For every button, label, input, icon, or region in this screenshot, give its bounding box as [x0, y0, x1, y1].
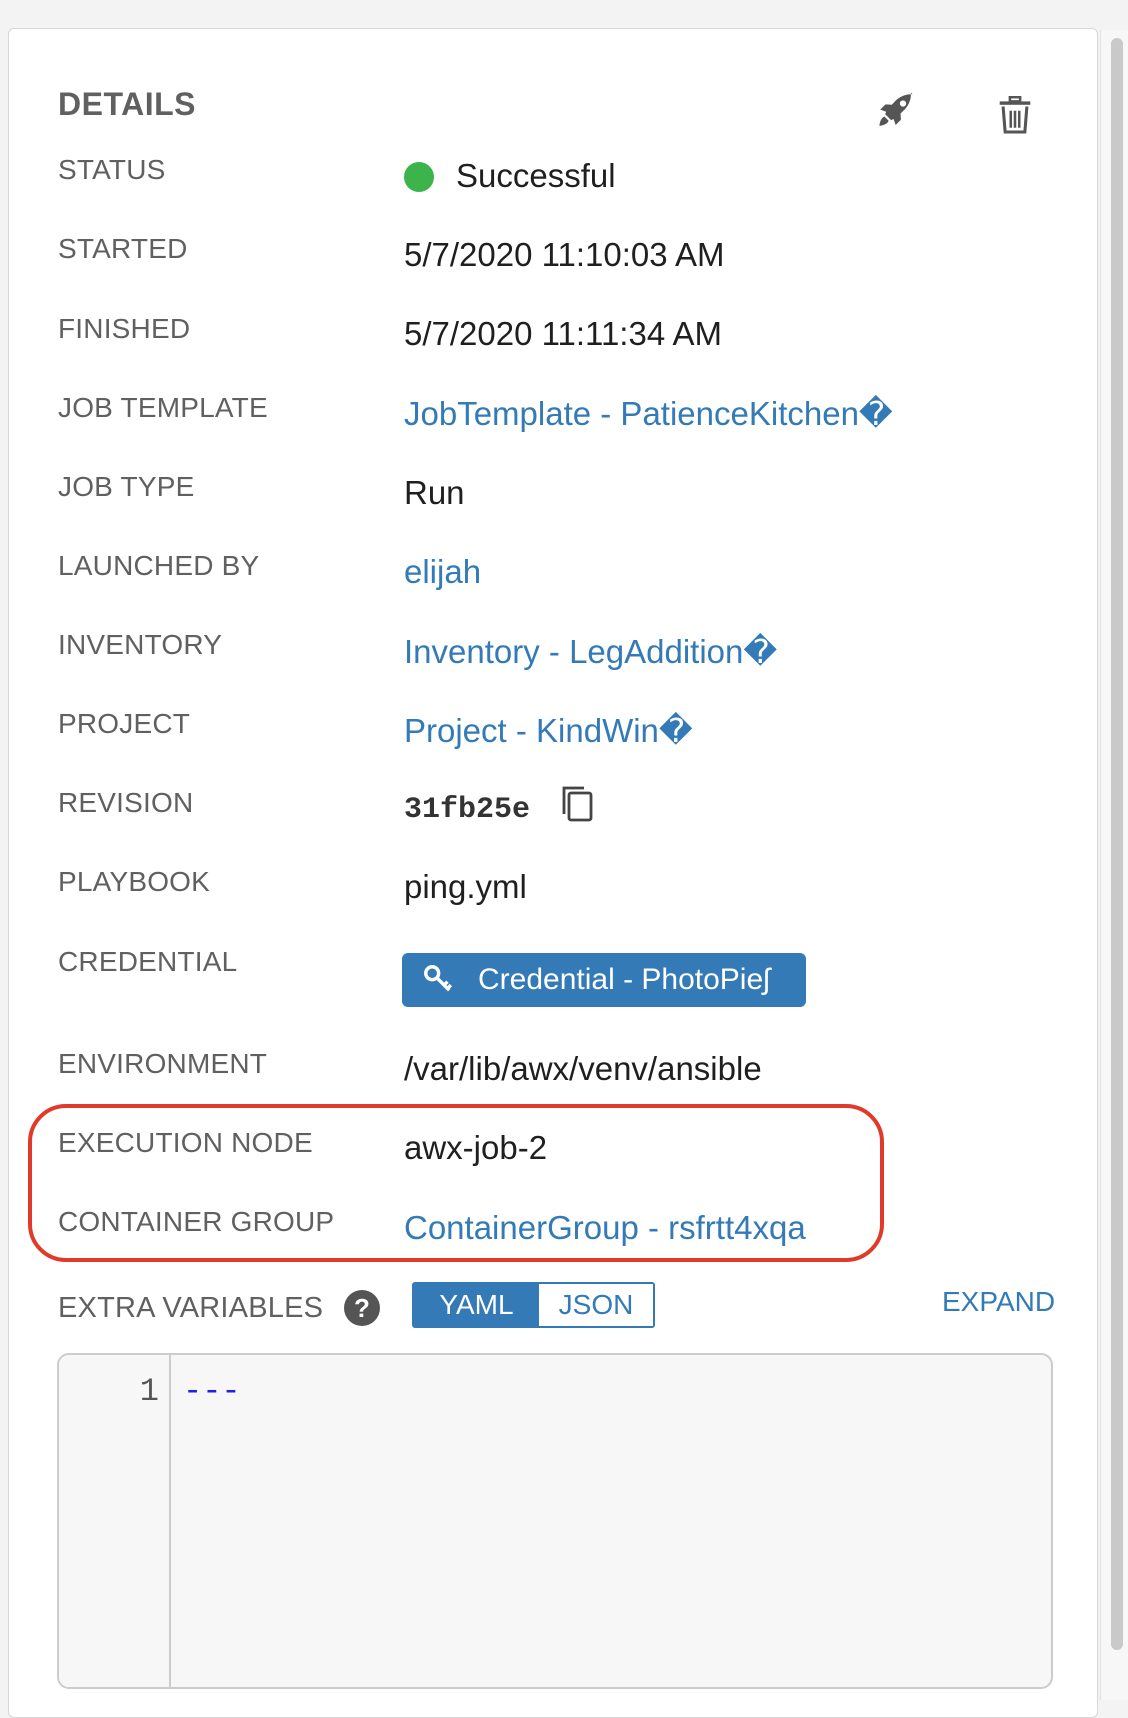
- line-number: 1: [139, 1373, 159, 1410]
- finished-value: 5/7/2020 11:11:34 AM: [404, 315, 723, 352]
- credential-tag[interactable]: Credential - PhotoPieʃ: [402, 953, 806, 1007]
- section-title: DETAILS: [58, 86, 197, 122]
- playbook-label: PLAYBOOK: [58, 866, 211, 897]
- started-label: STARTED: [58, 233, 188, 264]
- yaml-toggle-button[interactable]: YAML: [414, 1284, 539, 1326]
- inventory-link[interactable]: Inventory - LegAddition�: [404, 632, 777, 671]
- key-icon: [424, 965, 453, 992]
- playbook-value: ping.yml: [404, 868, 527, 905]
- status-label: STATUS: [58, 154, 166, 185]
- extra-variables-label: EXTRA VARIABLES: [58, 1292, 324, 1324]
- credential-tag-label: Credential - PhotoPieʃ: [478, 963, 770, 996]
- help-icon[interactable]: ?: [344, 1290, 380, 1326]
- job-type-value: Run: [404, 474, 465, 511]
- delete-button[interactable]: [992, 92, 1038, 138]
- copy-icon[interactable]: [556, 784, 596, 824]
- status-value: Successful: [456, 157, 616, 194]
- launched-by-link[interactable]: elijah: [404, 553, 481, 591]
- trash-icon: [999, 96, 1031, 134]
- started-value: 5/7/2020 11:10:03 AM: [404, 236, 725, 273]
- project-label: PROJECT: [58, 708, 191, 739]
- finished-label: FINISHED: [58, 313, 191, 344]
- code-line: ---: [183, 1373, 241, 1410]
- job-template-link[interactable]: JobTemplate - PatienceKitchen�: [404, 394, 893, 433]
- launch-button[interactable]: [873, 88, 919, 134]
- inventory-label: INVENTORY: [58, 629, 223, 660]
- format-toggle: YAML JSON: [412, 1282, 655, 1328]
- editor-gutter: 1: [59, 1355, 171, 1687]
- json-toggle-button[interactable]: JSON: [539, 1284, 653, 1326]
- extra-variables-editor[interactable]: 1 ---: [57, 1353, 1053, 1689]
- credential-label: CREDENTIAL: [58, 946, 238, 977]
- environment-label: ENVIRONMENT: [58, 1048, 268, 1079]
- project-link[interactable]: Project - KindWin�: [404, 711, 693, 750]
- launched-by-label: LAUNCHED BY: [58, 550, 260, 581]
- scrollbar-thumb[interactable]: [1111, 38, 1123, 1650]
- rocket-icon: [879, 92, 913, 126]
- job-template-label: JOB TEMPLATE: [58, 392, 268, 423]
- expand-link[interactable]: EXPAND: [942, 1286, 1055, 1318]
- environment-value: /var/lib/awx/venv/ansible: [404, 1050, 762, 1087]
- job-type-label: JOB TYPE: [58, 471, 195, 502]
- status-success-icon: [404, 162, 434, 192]
- revision-value: 31fb25e: [404, 793, 531, 827]
- highlight-annotation: [28, 1104, 884, 1262]
- revision-label: REVISION: [58, 787, 194, 818]
